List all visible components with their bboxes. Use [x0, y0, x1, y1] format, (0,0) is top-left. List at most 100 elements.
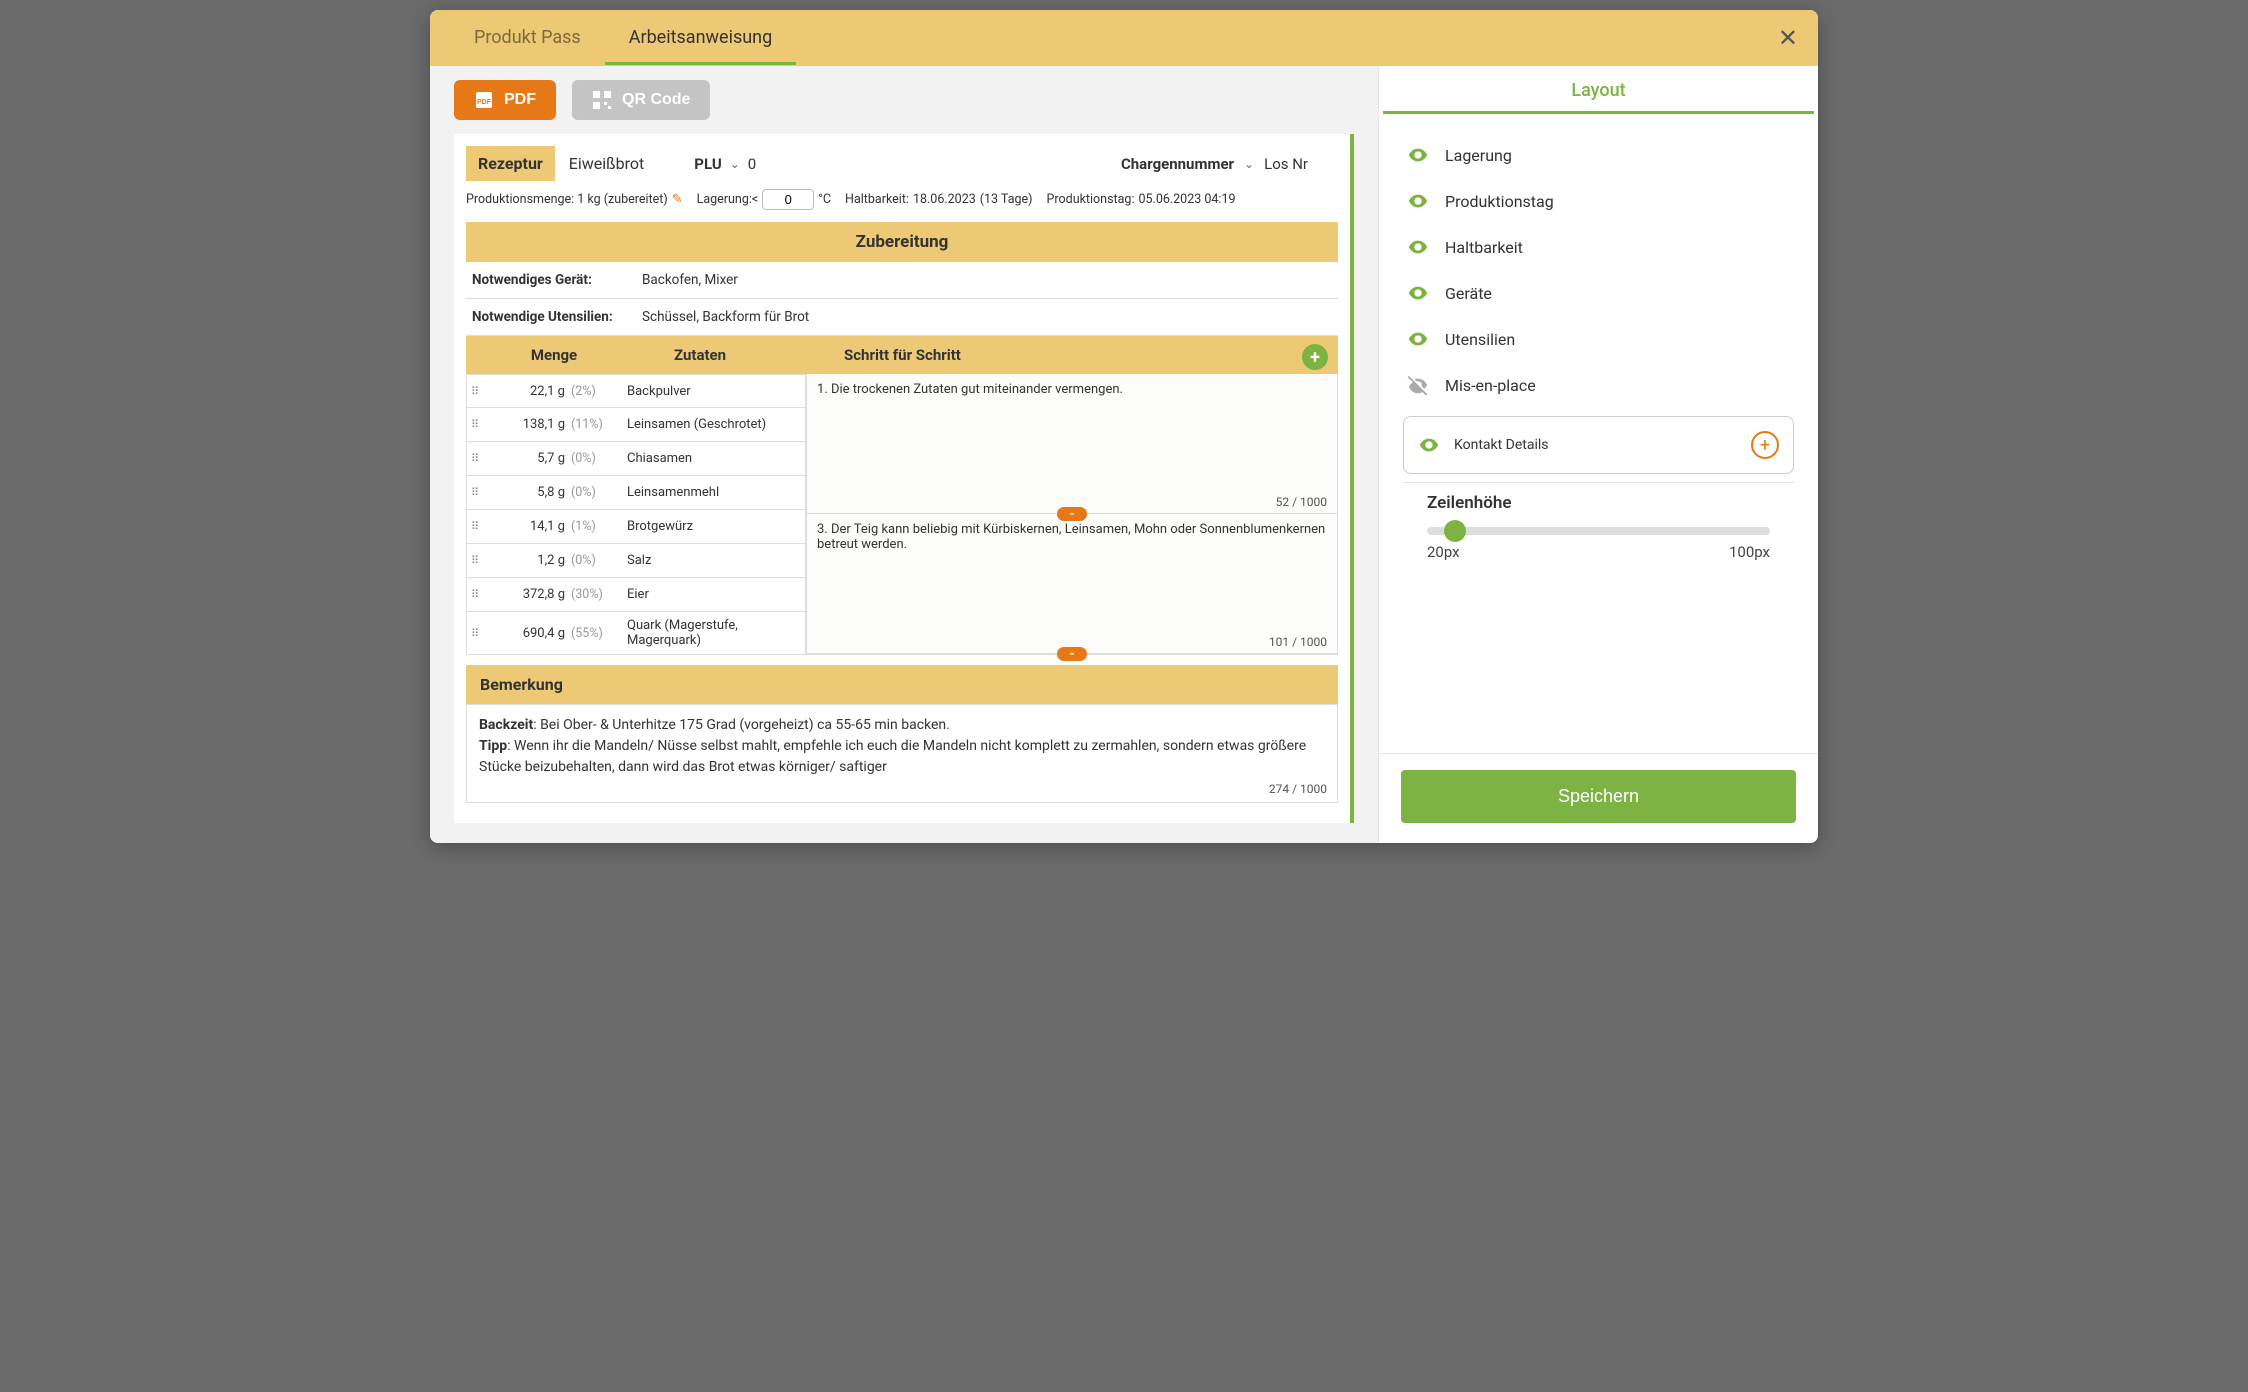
modal-dialog: Produkt Pass Arbeitsanweisung ✕ PDF PDF … [430, 10, 1818, 843]
qr-button[interactable]: QR Code [572, 80, 710, 120]
plus-icon: + [1310, 347, 1320, 368]
ingredient-percent: (0%) [571, 553, 621, 568]
layout-toggle-item[interactable]: Haltbarkeit [1403, 224, 1794, 270]
drag-handle-icon[interactable]: ⠿ [471, 627, 489, 640]
storage-input[interactable] [762, 189, 814, 210]
edit-amount-icon[interactable]: ✎ [672, 192, 683, 207]
slider-range: 20px 100px [1427, 543, 1770, 561]
ingredient-amount: 372,8 g [489, 587, 571, 602]
add-contact-button[interactable]: + [1751, 431, 1779, 459]
remove-step-button[interactable]: - [1057, 647, 1087, 661]
ingredient-row[interactable]: ⠿1,2 g(0%)Salz [466, 544, 806, 578]
save-button[interactable]: Speichern [1401, 770, 1796, 823]
layout-toggle-item[interactable]: Geräte [1403, 270, 1794, 316]
chevron-down-icon[interactable]: ⌄ [1244, 157, 1254, 171]
backzeit-text: : Bei Ober- & Unterhitze 175 Grad (vorge… [533, 717, 950, 733]
pdf-button[interactable]: PDF PDF [454, 80, 556, 120]
qr-label: QR Code [622, 91, 690, 109]
ingredient-percent: (1%) [571, 519, 621, 534]
eye-icon[interactable] [1407, 144, 1429, 166]
tab-header: Produkt Pass Arbeitsanweisung ✕ [430, 10, 1818, 66]
pdf-icon: PDF [474, 90, 494, 110]
layout-tab[interactable]: Layout [1383, 66, 1814, 114]
slider-min: 20px [1427, 543, 1460, 561]
ingredient-name: Quark (Magerstufe, Magerquark) [621, 618, 801, 648]
row-height-section: Zeilenhöhe 20px 100px [1403, 482, 1794, 561]
drag-handle-icon[interactable]: ⠿ [471, 418, 489, 431]
ingredient-name: Leinsamen (Geschrotet) [621, 417, 801, 432]
drag-handle-icon[interactable]: ⠿ [471, 520, 489, 533]
utensil-row: Notwendige Utensilien: Schüssel, Backfor… [466, 299, 1338, 336]
eye-icon[interactable] [1407, 328, 1429, 350]
layout-item-label: Haltbarkeit [1445, 238, 1523, 257]
ingredient-amount: 5,8 g [489, 485, 571, 500]
ingredient-row[interactable]: ⠿690,4 g(55%)Quark (Magerstufe, Magerqua… [466, 612, 806, 655]
remove-step-button[interactable]: - [1057, 507, 1087, 521]
tipp-text: : Wenn ihr die Mandeln/ Nüsse selbst mah… [479, 738, 1306, 775]
device-label: Notwendiges Gerät: [472, 272, 642, 288]
ingredient-row[interactable]: ⠿5,8 g(0%)Leinsamenmehl [466, 476, 806, 510]
ingredient-row[interactable]: ⠿372,8 g(30%)Eier [466, 578, 806, 612]
ingredient-row[interactable]: ⠿5,7 g(0%)Chiasamen [466, 442, 806, 476]
tab-produkt-pass[interactable]: Produkt Pass [450, 11, 605, 65]
production-amount-text: Produktionsmenge: 1 kg (zubereitet) [466, 192, 668, 207]
col-step: Schritt für Schritt [834, 346, 1330, 364]
step-text: 3. Der Teig kann beliebig mit Kürbiskern… [817, 522, 1327, 552]
layout-list: LagerungProduktionstag Haltbarkeit Geräte U… [1379, 114, 1818, 753]
layout-toggle-item[interactable]: Lagerung [1403, 132, 1794, 178]
add-step-button[interactable]: + [1302, 344, 1328, 370]
toolbar: PDF PDF QR Code [430, 66, 1378, 134]
ingredient-row[interactable]: ⠿14,1 g(1%)Brotgewürz [466, 510, 806, 544]
col-ingredient: Zutaten [674, 346, 834, 364]
step-block[interactable]: 1. Die trockenen Zutaten gut miteinander… [807, 374, 1337, 514]
ingredient-name: Brotgewürz [621, 519, 801, 534]
shelf-block: Haltbarkeit: 18.06.2023 (13 Tage) [845, 192, 1032, 207]
device-value: Backofen, Mixer [642, 272, 738, 288]
ingredient-rows: ⠿22,1 g(2%)Backpulver⠿138,1 g(11%)Leinsa… [466, 374, 806, 655]
tab-arbeitsanweisung[interactable]: Arbeitsanweisung [605, 11, 797, 65]
minus-icon: - [1069, 507, 1074, 522]
storage-label: Lagerung:< [697, 192, 759, 207]
charge-value: Los Nr [1264, 155, 1308, 173]
layout-item-label: Geräte [1445, 284, 1492, 303]
svg-text:PDF: PDF [477, 99, 492, 106]
ingredient-row[interactable]: ⠿138,1 g(11%)Leinsamen (Geschrotet) [466, 408, 806, 442]
step-text: 1. Die trockenen Zutaten gut miteinander… [817, 382, 1327, 397]
ingredient-row[interactable]: ⠿22,1 g(2%)Backpulver [466, 374, 806, 408]
drag-handle-icon[interactable]: ⠿ [471, 486, 489, 499]
step-block[interactable]: 3. Der Teig kann beliebig mit Kürbiskern… [807, 514, 1337, 654]
eye-off-icon[interactable] [1407, 374, 1429, 396]
row-height-slider[interactable] [1427, 527, 1770, 535]
eye-icon[interactable] [1407, 190, 1429, 212]
layout-item-label: Mis-en-place [1445, 376, 1536, 395]
tipp-label: Tipp [479, 738, 507, 754]
layout-toggle-item[interactable]: Produktionstag [1403, 178, 1794, 224]
eye-icon[interactable] [1418, 434, 1440, 456]
drag-handle-icon[interactable]: ⠿ [471, 452, 489, 465]
ingredient-amount: 14,1 g [489, 519, 571, 534]
pdf-label: PDF [504, 91, 536, 109]
ingredient-amount: 5,7 g [489, 451, 571, 466]
remark-box[interactable]: Backzeit: Bei Ober- & Unterhitze 175 Gra… [466, 704, 1338, 803]
drag-handle-icon[interactable]: ⠿ [471, 588, 489, 601]
meta-row: Produktionsmenge: 1 kg (zubereitet) ✎ La… [466, 185, 1338, 218]
layout-toggle-item[interactable]: Mis-en-place [1403, 362, 1794, 408]
layout-toggle-item[interactable]: Utensilien [1403, 316, 1794, 362]
slider-thumb[interactable] [1444, 520, 1466, 542]
ingredient-name: Leinsamenmehl [621, 485, 801, 500]
shelf-days: (13 Tage) [980, 192, 1033, 207]
prodday-block: Produktionstag: 05.06.2023 04:19 [1047, 192, 1236, 207]
ingredient-percent: (55%) [571, 626, 621, 641]
eye-icon[interactable] [1407, 282, 1429, 304]
close-button[interactable]: ✕ [1778, 24, 1798, 53]
storage-block: Lagerung:< °C [697, 189, 831, 210]
drag-handle-icon[interactable]: ⠿ [471, 385, 489, 398]
chevron-down-icon[interactable]: ⌄ [730, 157, 740, 171]
qr-icon [592, 90, 612, 110]
right-pane: Layout LagerungProduktionstag Haltbarkeit… [1378, 66, 1818, 843]
device-row: Notwendiges Gerät: Backofen, Mixer [466, 262, 1338, 299]
eye-icon[interactable] [1407, 236, 1429, 258]
drag-handle-icon[interactable]: ⠿ [471, 554, 489, 567]
step-counter: 101 / 1000 [1269, 635, 1327, 649]
utensil-value: Schüssel, Backform für Brot [642, 309, 809, 325]
